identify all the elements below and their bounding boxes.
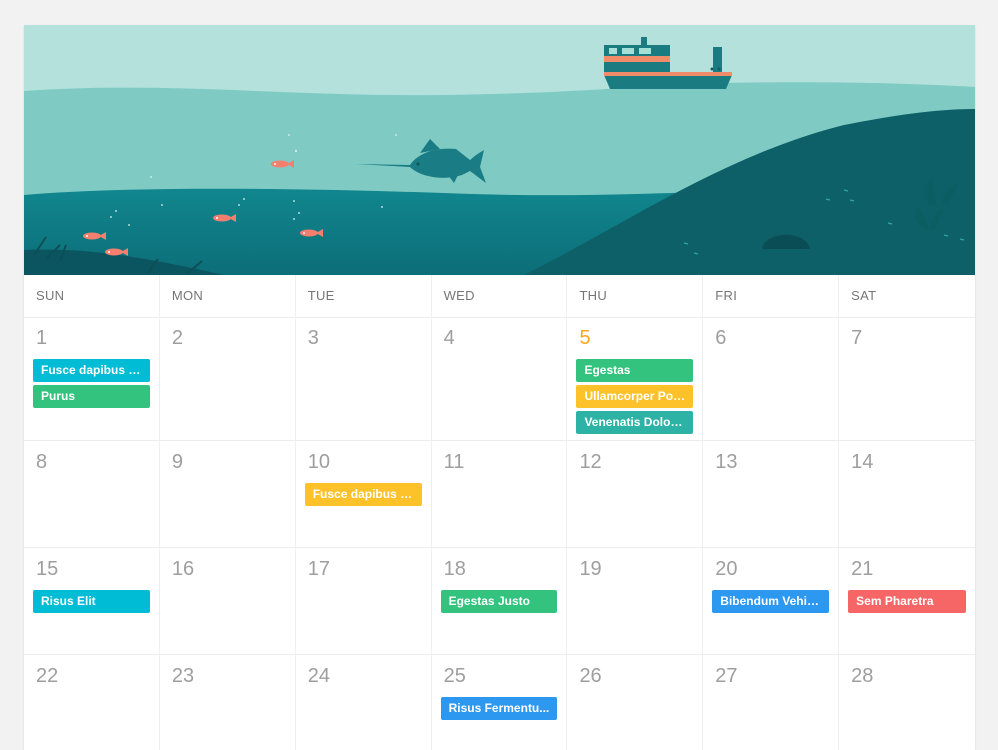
day-cell[interactable]: 11 xyxy=(432,441,568,547)
weekday-fri: FRI xyxy=(703,275,840,317)
week-row: 1 Fusce dapibus t... Purus 2 3 4 5 Egestas Ullam… xyxy=(24,317,975,441)
week-row: 8 9 10 Fusce dapibus t... 11 12 13 14 xyxy=(24,441,975,548)
day-cell[interactable]: 8 xyxy=(24,441,160,547)
date-number: 8 xyxy=(36,451,48,473)
weekday-sat: SAT xyxy=(851,288,877,303)
date-number: 9 xyxy=(171,451,183,473)
today-date-number: 5 xyxy=(579,327,591,349)
day-cell[interactable]: 3 xyxy=(296,317,432,440)
day-cell[interactable]: 5 Egestas Ullamcorper Por... Venenatis Dolo… xyxy=(567,317,704,440)
weekday-thu: THU xyxy=(567,275,704,317)
date-number: 1 xyxy=(36,327,48,349)
day-cell[interactable]: 28 xyxy=(839,655,975,750)
day-cell[interactable]: 6 xyxy=(703,317,840,440)
date-number: 23 xyxy=(171,665,195,687)
date-number: 17 xyxy=(307,558,330,580)
event-chip[interactable]: Purus xyxy=(33,385,150,408)
header-illustration xyxy=(24,25,975,275)
event-chip[interactable]: Sem Pharetra xyxy=(848,590,967,613)
week-row: 15 Risus Elit 16 17 18 Egestas Justo 19 20 Biben… xyxy=(24,548,975,655)
day-cell[interactable]: 2 xyxy=(160,317,296,440)
event-chip[interactable]: Risus Fermentu... xyxy=(440,697,558,720)
event-chip[interactable]: Venenatis Dolor ... xyxy=(576,411,694,434)
day-cell[interactable]: 25 Risus Fermentu... xyxy=(432,655,568,750)
calendar-card: SUN MON TUE WED THU FRI SAT 1 Fusce dapib… xyxy=(24,25,975,750)
day-cell[interactable]: 22 xyxy=(24,655,160,750)
day-cell[interactable]: 15 Risus Elit xyxy=(24,548,160,654)
date-number: 27 xyxy=(715,665,738,687)
day-cell[interactable]: 14 xyxy=(839,441,975,547)
date-number: 6 xyxy=(715,327,727,349)
weekday-tue: TUE xyxy=(296,275,432,317)
day-cell[interactable]: 20 Bibendum Vehic... xyxy=(703,548,840,654)
date-number: 11 xyxy=(443,451,465,473)
date-number: 13 xyxy=(715,451,738,473)
event-chip[interactable]: Egestas xyxy=(576,359,694,382)
event-chip[interactable]: Egestas Justo xyxy=(440,590,558,613)
day-cell[interactable]: 1 Fusce dapibus t... Purus xyxy=(24,317,160,440)
day-cell[interactable]: 23 xyxy=(160,655,296,750)
weekday-mon: MON xyxy=(160,275,296,317)
day-cell[interactable]: 27 xyxy=(703,655,840,750)
event-chip[interactable]: Ullamcorper Por... xyxy=(576,385,694,408)
event-chip[interactable]: Fusce dapibus t... xyxy=(33,359,150,382)
day-cell[interactable]: 17 xyxy=(296,548,432,654)
date-number: 26 xyxy=(579,665,602,687)
date-number: 18 xyxy=(443,558,466,580)
weekday-wed: WED xyxy=(432,275,568,317)
weekday-sun: SUN xyxy=(24,275,160,317)
date-number: 24 xyxy=(307,665,330,687)
date-number: 4 xyxy=(443,327,455,349)
week-row: 22 23 24 25 Risus Fermentu... 26 27 28 xyxy=(24,655,975,750)
date-number: 14 xyxy=(851,451,874,473)
event-chip[interactable]: Bibendum Vehic... xyxy=(712,590,830,613)
day-cell[interactable]: 16 xyxy=(160,548,296,654)
day-cell[interactable]: 13 xyxy=(703,441,840,547)
calendar-grid: 1 Fusce dapibus t... Purus 2 3 4 5 Egestas Ullam… xyxy=(24,317,975,750)
date-number: 28 xyxy=(851,665,874,687)
date-number: 20 xyxy=(715,558,738,580)
day-cell[interactable]: 24 xyxy=(296,655,432,750)
day-cell[interactable]: 26 xyxy=(567,655,704,750)
day-cell[interactable]: 12 xyxy=(567,441,704,547)
date-number: 2 xyxy=(171,327,183,349)
weekday-header: SUN MON TUE WED THU FRI SAT xyxy=(24,275,975,318)
date-number: 25 xyxy=(443,665,466,687)
day-cell[interactable]: 18 Egestas Justo xyxy=(432,548,568,654)
day-cell[interactable]: 9 xyxy=(160,441,296,547)
day-cell[interactable]: 21 Sem Pharetra xyxy=(839,548,975,654)
date-number: 3 xyxy=(307,327,319,349)
date-number: 21 xyxy=(851,558,874,580)
day-cell[interactable]: 7 xyxy=(839,317,975,440)
date-number: 7 xyxy=(851,327,863,349)
day-cell[interactable]: 19 xyxy=(567,548,704,654)
date-number: 19 xyxy=(579,558,602,580)
day-cell[interactable]: 10 Fusce dapibus t... xyxy=(296,441,432,547)
date-number: 16 xyxy=(171,558,195,580)
event-chip[interactable]: Fusce dapibus t... xyxy=(304,483,422,506)
event-chip[interactable]: Risus Elit xyxy=(33,590,150,613)
day-cell[interactable]: 4 xyxy=(432,317,568,440)
date-number: 12 xyxy=(579,451,602,473)
date-number: 10 xyxy=(307,451,330,473)
date-number: 15 xyxy=(36,558,59,580)
date-number: 22 xyxy=(36,665,59,687)
